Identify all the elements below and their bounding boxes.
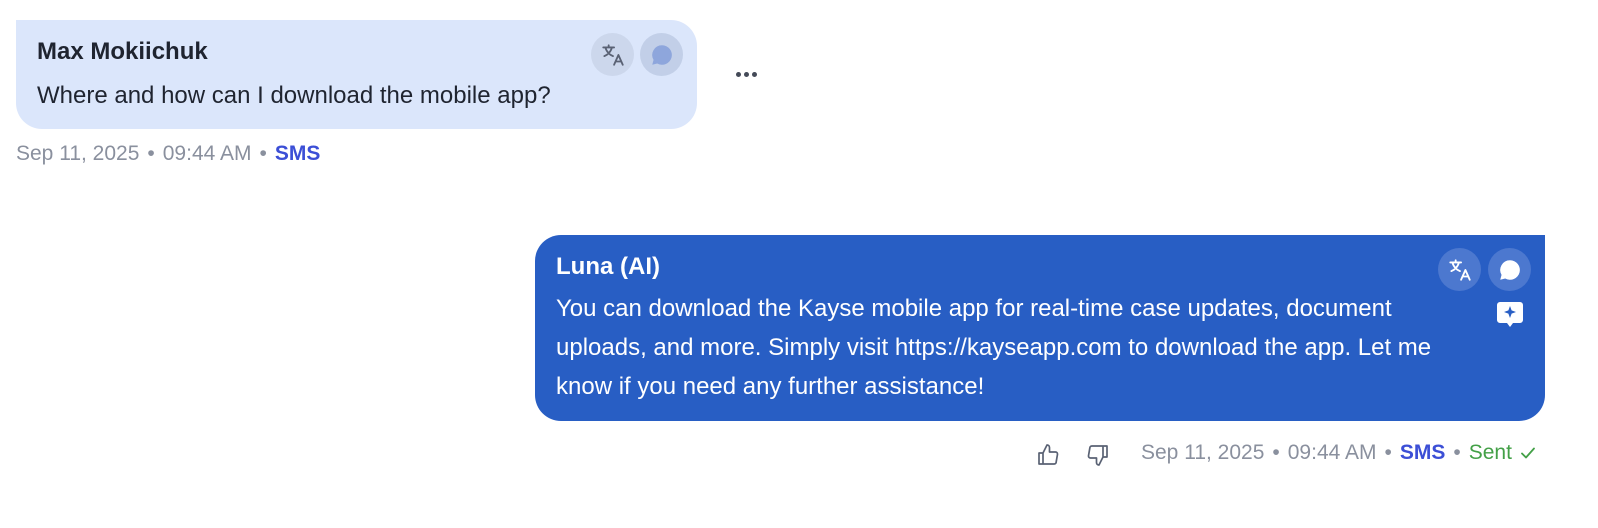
thumbs-down-button[interactable]: [1083, 440, 1113, 470]
translate-icon: [601, 43, 624, 66]
incoming-message-meta: Sep 11, 2025 • 09:44 AM • SMS: [16, 142, 320, 166]
meta-separator: •: [147, 142, 155, 165]
message-text: Where and how can I download the mobile …: [37, 82, 551, 109]
meta-separator: •: [1272, 441, 1280, 464]
translate-button[interactable]: [591, 33, 634, 76]
sender-name: Luna (AI): [556, 253, 660, 280]
channel-label: SMS: [1399, 441, 1446, 464]
ai-assist-button[interactable]: [1495, 299, 1525, 331]
thumbs-up-button[interactable]: [1033, 440, 1063, 470]
chat-bubble-icon: [651, 44, 672, 65]
more-options-icon: [735, 71, 757, 77]
message-text: You can download the Kayse mobile app fo…: [556, 295, 1432, 400]
more-options-button[interactable]: [731, 62, 761, 86]
message-date: Sep 11, 2025: [1141, 441, 1265, 464]
reply-button[interactable]: [1488, 248, 1531, 291]
message-time: 09:44 AM: [1287, 441, 1377, 464]
delivery-status: Sent: [1468, 441, 1512, 464]
message-time: 09:44 AM: [162, 142, 252, 165]
incoming-message-bubble: Max Mokiichuk Where and how can I downlo…: [16, 20, 697, 129]
outgoing-message-bubble: Luna (AI) You can download the Kayse mob…: [535, 235, 1545, 421]
channel-label: SMS: [274, 142, 321, 165]
translate-icon: [1448, 258, 1471, 281]
translate-button[interactable]: [1438, 248, 1481, 291]
sender-name: Max Mokiichuk: [37, 38, 208, 65]
thumbs-up-icon: [1038, 444, 1059, 465]
chat-bubble-icon: [1499, 259, 1520, 280]
meta-separator: •: [259, 142, 267, 165]
checkmark-icon: [1521, 447, 1535, 459]
outgoing-message-meta: Sep 11, 2025 • 09:44 AM • SMS • Sent: [1141, 441, 1536, 465]
thumbs-down-icon: [1087, 445, 1108, 466]
meta-separator: •: [1384, 441, 1392, 464]
meta-separator: •: [1453, 441, 1461, 464]
message-date: Sep 11, 2025: [16, 142, 140, 165]
reply-button[interactable]: [640, 33, 683, 76]
ai-sparkle-icon: [1497, 302, 1523, 327]
